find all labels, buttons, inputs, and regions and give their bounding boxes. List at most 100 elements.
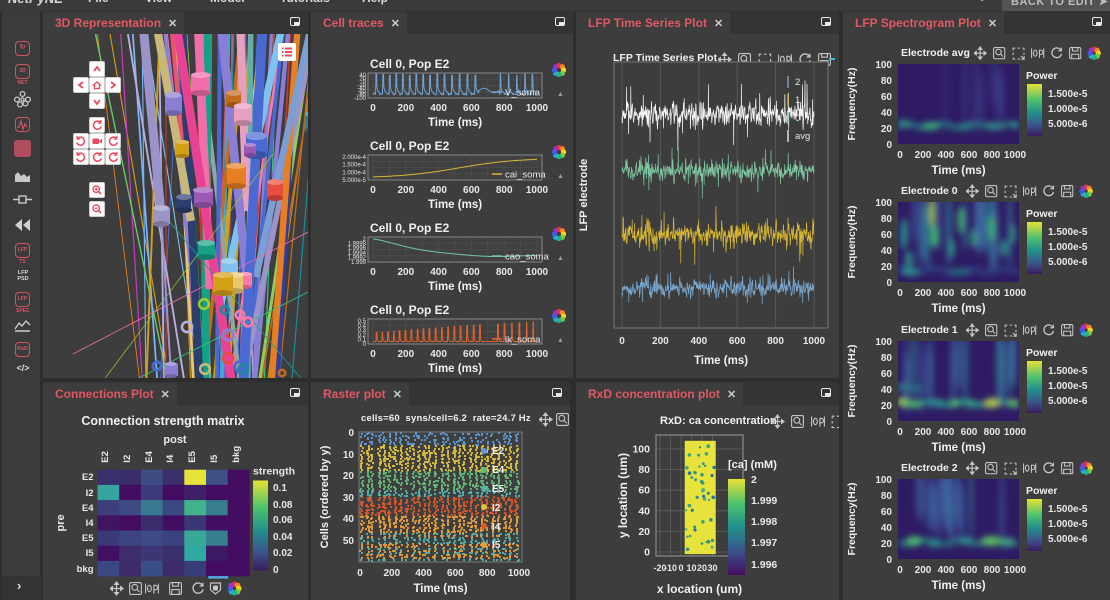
svg-text:100: 100 (875, 60, 892, 71)
svg-text:80: 80 (881, 353, 893, 364)
svg-text:0: 0 (619, 336, 625, 347)
svg-text:V_soma: V_soma (505, 88, 541, 99)
svg-text:400: 400 (938, 150, 955, 161)
svg-text:Frequency(Hz): Frequency(Hz) (846, 206, 858, 279)
svg-text:strength: strength (253, 466, 295, 478)
svg-text:1: 1 (795, 95, 800, 106)
svg-text:Power: Power (1026, 208, 1058, 220)
svg-text:30: 30 (343, 493, 355, 504)
svg-text:Time (ms): Time (ms) (931, 442, 985, 454)
svg-text:I4: I4 (165, 454, 176, 463)
svg-text:40: 40 (881, 246, 893, 257)
svg-text:Time (ms): Time (ms) (428, 363, 482, 375)
svg-text:1.999: 1.999 (751, 495, 777, 507)
svg-text:0: 0 (897, 565, 903, 576)
svg-text:1.500e-5: 1.500e-5 (1048, 504, 1088, 515)
svg-text:800: 800 (496, 103, 513, 114)
svg-text:0.08: 0.08 (273, 500, 293, 511)
svg-text:Frequency(Hz): Frequency(Hz) (846, 68, 858, 141)
svg-text:400: 400 (938, 427, 955, 438)
svg-text:20: 20 (881, 262, 893, 273)
svg-text:800: 800 (984, 427, 1001, 438)
svg-text:-100: -100 (354, 96, 367, 102)
svg-text:0: 0 (897, 288, 903, 299)
svg-text:400: 400 (690, 336, 707, 347)
svg-text:Cell 0, Pop E2: Cell 0, Pop E2 (370, 57, 450, 71)
svg-text:200: 200 (915, 288, 932, 299)
svg-text:0: 0 (886, 417, 892, 428)
svg-text:I4: I4 (492, 522, 501, 533)
svg-text:1.996: 1.996 (751, 559, 777, 571)
svg-text:200: 200 (397, 267, 414, 278)
svg-text:Time (ms): Time (ms) (428, 281, 482, 293)
svg-text:20: 20 (638, 526, 650, 538)
svg-text:60: 60 (881, 230, 893, 241)
svg-text:600: 600 (463, 267, 480, 278)
svg-text:1000: 1000 (803, 336, 826, 347)
svg-text:0.1: 0.1 (273, 483, 287, 494)
svg-text:cao_soma: cao_soma (505, 252, 550, 263)
svg-text:bkg: bkg (231, 446, 242, 463)
svg-text:1.000e-5: 1.000e-5 (1048, 381, 1088, 392)
svg-text:60: 60 (638, 485, 650, 497)
svg-text:600: 600 (961, 427, 978, 438)
svg-text:0: 0 (348, 428, 354, 439)
svg-text:I2: I2 (86, 488, 94, 499)
svg-text:1.500e-5: 1.500e-5 (1048, 366, 1088, 377)
svg-text:30: 30 (707, 563, 717, 573)
svg-text:Time (ms): Time (ms) (413, 583, 467, 595)
svg-text:E2: E2 (82, 472, 94, 483)
svg-text:1000: 1000 (1004, 565, 1027, 576)
svg-text:400: 400 (430, 103, 447, 114)
svg-text:600: 600 (463, 349, 480, 360)
svg-text:100: 100 (632, 444, 650, 456)
svg-text:80: 80 (881, 491, 893, 502)
svg-text:0: 0 (897, 427, 903, 438)
svg-text:600: 600 (463, 103, 480, 114)
svg-text:Cell 0, Pop E2: Cell 0, Pop E2 (370, 303, 450, 317)
svg-text:1.500e-5: 1.500e-5 (1048, 227, 1088, 238)
svg-text:200: 200 (652, 336, 669, 347)
svg-text:80: 80 (638, 464, 650, 476)
svg-text:80: 80 (881, 76, 893, 87)
svg-text:800: 800 (984, 288, 1001, 299)
svg-text:0: 0 (795, 113, 800, 124)
svg-text:I2: I2 (122, 455, 133, 463)
svg-text:Power: Power (1026, 485, 1058, 497)
svg-text:5.000e-6: 5.000e-6 (1048, 257, 1088, 268)
svg-text:y location (um): y location (um) (616, 453, 630, 538)
svg-text:20: 20 (881, 539, 893, 550)
svg-text:0: 0 (678, 563, 683, 573)
svg-text:pre: pre (55, 514, 67, 531)
svg-text:400: 400 (430, 185, 447, 196)
svg-text:0.06: 0.06 (273, 515, 293, 526)
svg-text:800: 800 (984, 565, 1001, 576)
svg-text:bkg: bkg (77, 564, 94, 575)
svg-text:100: 100 (875, 198, 892, 209)
svg-text:20: 20 (881, 401, 893, 412)
svg-text:1000: 1000 (526, 267, 549, 278)
svg-text:80: 80 (881, 214, 893, 225)
svg-text:1.000e-4: 1.000e-4 (342, 170, 366, 176)
svg-text:20: 20 (881, 124, 893, 135)
svg-text:1000: 1000 (1004, 427, 1027, 438)
svg-text:1.500e-4: 1.500e-4 (342, 163, 366, 169)
svg-text:800: 800 (479, 568, 496, 579)
svg-text:1.500e-5: 1.500e-5 (1048, 89, 1088, 100)
svg-text:E5: E5 (492, 484, 505, 495)
svg-text:600: 600 (729, 336, 746, 347)
svg-text:800: 800 (767, 336, 784, 347)
svg-text:200: 200 (397, 185, 414, 196)
svg-text:400: 400 (430, 349, 447, 360)
svg-text:1.000e-5: 1.000e-5 (1048, 519, 1088, 530)
svg-text:5.000e-6: 5.000e-6 (1048, 534, 1088, 545)
svg-text:0: 0 (897, 150, 903, 161)
svg-text:E5: E5 (187, 450, 198, 462)
svg-text:200: 200 (915, 565, 932, 576)
svg-text:2.000e-4: 2.000e-4 (342, 155, 366, 161)
svg-text:0: 0 (886, 278, 892, 289)
svg-text:50: 50 (343, 536, 355, 547)
svg-text:E4: E4 (492, 465, 505, 476)
svg-text:0: 0 (644, 547, 650, 559)
svg-text:0: 0 (370, 185, 376, 196)
